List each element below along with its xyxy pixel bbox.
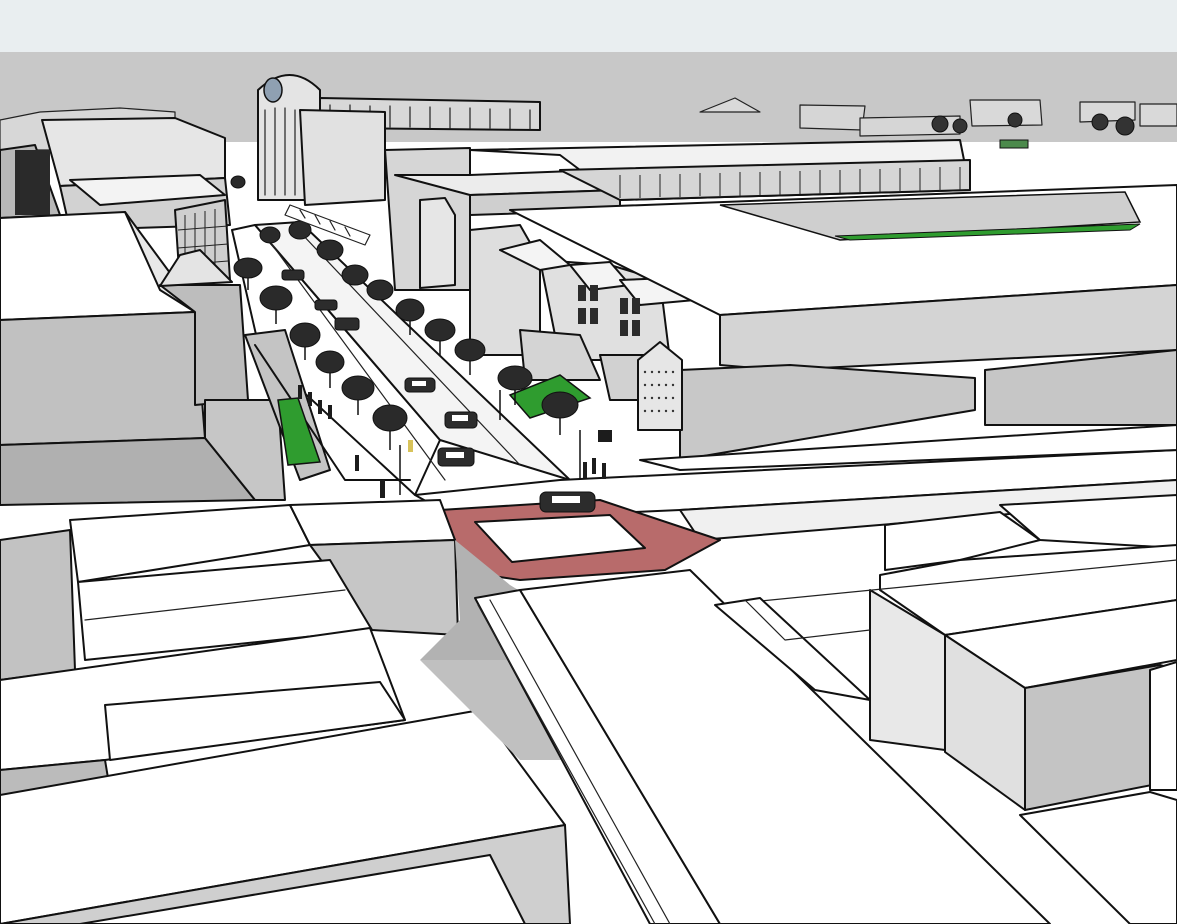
distant-sign — [999, 139, 1029, 149]
sky-top — [0, 0, 1177, 52]
urban-model-scene — [0, 0, 1177, 924]
urban-model-drawing — [0, 0, 1177, 924]
silo — [637, 341, 683, 431]
